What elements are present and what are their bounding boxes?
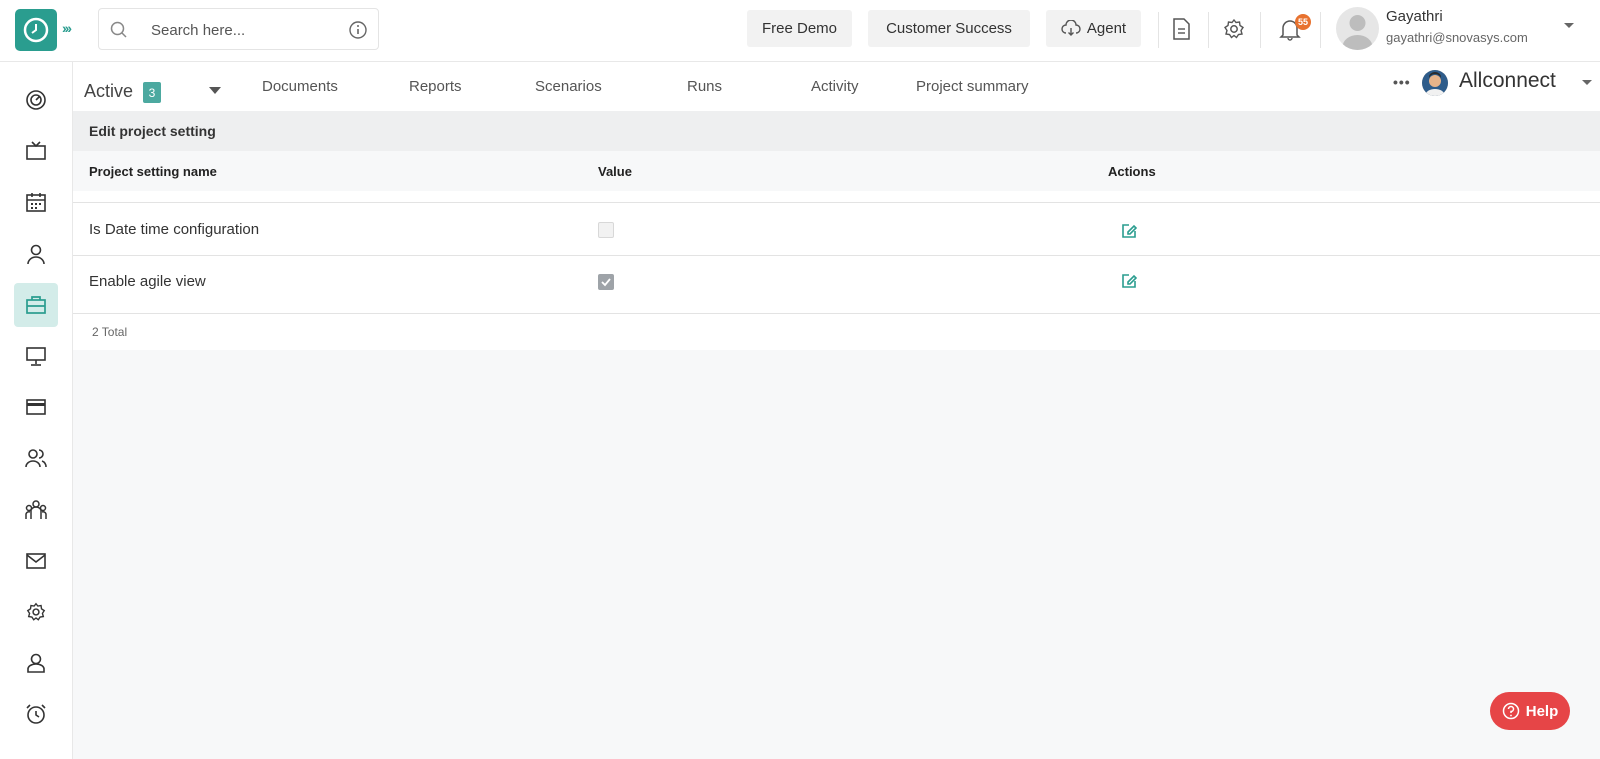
sidebar-item-profile[interactable] [14, 641, 58, 685]
sidebar-item-monitor[interactable] [14, 334, 58, 378]
mail-icon [26, 553, 46, 569]
setting-value-checkbox[interactable] [598, 222, 614, 238]
card-icon [26, 399, 46, 415]
settings-icon [26, 602, 46, 621]
project-dropdown-caret-icon[interactable] [1581, 79, 1593, 87]
status-filter-label[interactable]: Active [84, 81, 133, 102]
column-header-name: Project setting name [89, 164, 217, 179]
users-icon [25, 449, 47, 468]
question-icon [1502, 702, 1519, 720]
gear-icon[interactable] [1222, 17, 1246, 41]
agent-button[interactable]: Agent [1046, 10, 1141, 47]
customer-success-button[interactable]: Customer Success [868, 10, 1030, 47]
search-input[interactable] [151, 19, 331, 41]
search-box [98, 8, 379, 50]
check-icon [601, 278, 611, 287]
sidebar [0, 62, 73, 759]
calendar-icon [26, 193, 46, 212]
header-divider [1158, 12, 1159, 48]
sidebar-item-team[interactable] [14, 488, 58, 532]
edit-icon[interactable] [1120, 272, 1138, 290]
user-icon [27, 244, 45, 265]
column-header-value: Value [598, 164, 632, 179]
sidebar-item-dashboard[interactable] [14, 78, 58, 122]
setting-value-checkbox[interactable] [598, 274, 614, 290]
sidebar-item-tv[interactable] [14, 129, 58, 173]
search-icon [110, 21, 127, 38]
project-avatar [1422, 70, 1448, 96]
help-label: Help [1525, 702, 1559, 720]
document-icon[interactable] [1170, 17, 1192, 41]
top-header: ››› Free Demo Customer Success Agent [0, 0, 1600, 62]
section-title: Edit project setting [73, 111, 1600, 151]
sidebar-item-user[interactable] [14, 232, 58, 276]
setting-name: Enable agile view [89, 273, 206, 290]
header-divider [1320, 12, 1321, 48]
agent-label: Agent [1086, 20, 1127, 37]
user-menu-caret-icon[interactable] [1563, 22, 1575, 30]
status-dropdown-caret-icon[interactable] [208, 86, 222, 95]
sidebar-item-billing[interactable] [14, 385, 58, 429]
info-icon[interactable] [348, 20, 368, 40]
help-button[interactable]: Help [1490, 692, 1570, 730]
setting-name: Is Date time configuration [89, 221, 260, 238]
project-name[interactable]: Allconnect [1459, 69, 1556, 93]
more-options-icon[interactable]: ••• [1393, 74, 1411, 90]
sidebar-item-users[interactable] [14, 436, 58, 480]
tab-reports[interactable]: Reports [409, 78, 462, 95]
project-avatar-icon [1422, 70, 1448, 96]
table-divider [73, 313, 1600, 314]
clock-logo-icon [23, 17, 49, 43]
user-avatar[interactable] [1336, 7, 1379, 50]
edit-icon[interactable] [1120, 222, 1138, 240]
table-header: Project setting name Value Actions [73, 151, 1600, 191]
dashboard-icon [26, 90, 46, 110]
tab-activity[interactable]: Activity [811, 78, 859, 95]
table-row: Is Date time configuration [73, 203, 1600, 255]
total-count: 2 Total [92, 325, 128, 339]
sidebar-item-settings[interactable] [14, 590, 58, 634]
app-logo[interactable] [15, 9, 57, 51]
user-email: gayathri@snovasys.com [1386, 30, 1528, 45]
customer-success-label: Customer Success [886, 20, 1012, 37]
user-avatar-icon [1342, 15, 1373, 50]
user-name: Gayathri [1386, 8, 1443, 25]
status-count-badge: 3 [143, 82, 161, 103]
notification-badge: 55 [1295, 14, 1311, 30]
team-icon [25, 500, 47, 519]
tab-project-summary[interactable]: Project summary [916, 78, 1029, 95]
sidebar-item-calendar[interactable] [14, 180, 58, 224]
free-demo-label: Free Demo [761, 20, 838, 37]
tab-scenarios[interactable]: Scenarios [535, 78, 602, 95]
monitor-icon [26, 347, 46, 366]
cloud-download-icon [1061, 19, 1081, 36]
alarm-icon [26, 704, 46, 724]
sidebar-item-mail[interactable] [14, 539, 58, 583]
tab-documents[interactable]: Documents [262, 78, 338, 95]
sidebar-item-projects[interactable] [14, 283, 58, 327]
project-subnav: Active 3 Documents Reports Scenarios Run… [73, 62, 1600, 111]
sidebar-item-alarm[interactable] [14, 692, 58, 736]
person-icon [27, 653, 45, 673]
tab-runs[interactable]: Runs [687, 78, 722, 95]
free-demo-button[interactable]: Free Demo [747, 10, 852, 47]
briefcase-icon [26, 296, 46, 314]
expand-sidebar-icon[interactable]: ››› [62, 20, 72, 36]
table-row: Enable agile view [73, 256, 1600, 308]
column-header-actions: Actions [1108, 164, 1156, 179]
tv-icon [26, 141, 46, 160]
header-divider [1260, 12, 1261, 48]
header-divider [1208, 12, 1209, 48]
project-settings-panel: Edit project setting Project setting nam… [73, 111, 1600, 350]
